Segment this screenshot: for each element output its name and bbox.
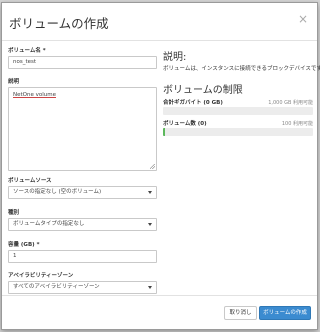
gigabytes-quota-label: 合計ギガバイト (0 GB) — [163, 100, 223, 106]
size-label: 容量 (GB) * — [8, 240, 39, 248]
required-mark: * — [42, 48, 46, 54]
description-textarea[interactable]: NetOne volume — [8, 87, 157, 171]
availability-zone-label: アベイラビリティーゾーン — [8, 273, 74, 279]
volumes-quota-fill — [163, 128, 165, 136]
size-label-text: 容量 (GB) — [8, 242, 35, 248]
volume-name-label-text: ボリューム名 — [8, 48, 41, 54]
type-select[interactable]: ボリュームタイプの指定なし — [8, 218, 157, 231]
volume-source-label: ボリュームソース — [8, 178, 52, 184]
volume-name-label: ボリューム名 * — [8, 46, 46, 54]
description-label: 説明 — [8, 79, 20, 85]
required-mark: * — [36, 242, 40, 248]
volumes-quota-value: 100 利用可能 — [281, 121, 313, 127]
volume-source-select[interactable]: ソースの指定なし (空のボリューム) — [8, 186, 157, 199]
description-heading: 説明: — [163, 52, 187, 63]
dialog-header: ボリュームの作成 × — [2, 3, 317, 41]
gigabytes-quota-bar — [163, 107, 313, 115]
chevron-down-icon — [148, 191, 152, 194]
type-label: 種別 — [8, 210, 20, 216]
description-text: ボリュームは、インスタンスに接続できるブロックデバイスです。 — [163, 66, 320, 72]
chevron-down-icon — [148, 223, 152, 226]
resize-handle[interactable] — [150, 164, 155, 169]
gigabytes-quota-value: 1,000 GB 利用可能 — [268, 100, 313, 106]
volumes-quota-bar — [163, 128, 313, 136]
dialog-title: ボリュームの作成 — [9, 16, 109, 31]
limits-heading: ボリュームの制限 — [163, 85, 243, 96]
volumes-quota-label: ボリューム数 (0) — [163, 121, 207, 127]
create-volume-button[interactable]: ボリュームの作成 — [259, 306, 311, 320]
availability-zone-select[interactable]: すべてのアベイラビリティーゾーン — [8, 281, 157, 294]
volume-name-input[interactable]: nos_test — [8, 56, 157, 69]
cancel-button[interactable]: 取り消し — [224, 306, 257, 320]
size-input[interactable]: 1 — [8, 250, 157, 263]
description-text: NetOne volume — [13, 92, 56, 98]
volume-source-value: ソースの指定なし (空のボリューム) — [13, 189, 102, 195]
dialog-footer: 取り消し ボリュームの作成 — [2, 295, 317, 329]
create-volume-dialog: ボリュームの作成 × ボリューム名 * nos_test 説明 NetOne v… — [1, 2, 320, 330]
chevron-down-icon — [148, 286, 152, 289]
close-icon[interactable]: × — [297, 13, 309, 25]
availability-zone-value: すべてのアベイラビリティーゾーン — [13, 284, 100, 290]
type-value: ボリュームタイプの指定なし — [13, 221, 85, 227]
